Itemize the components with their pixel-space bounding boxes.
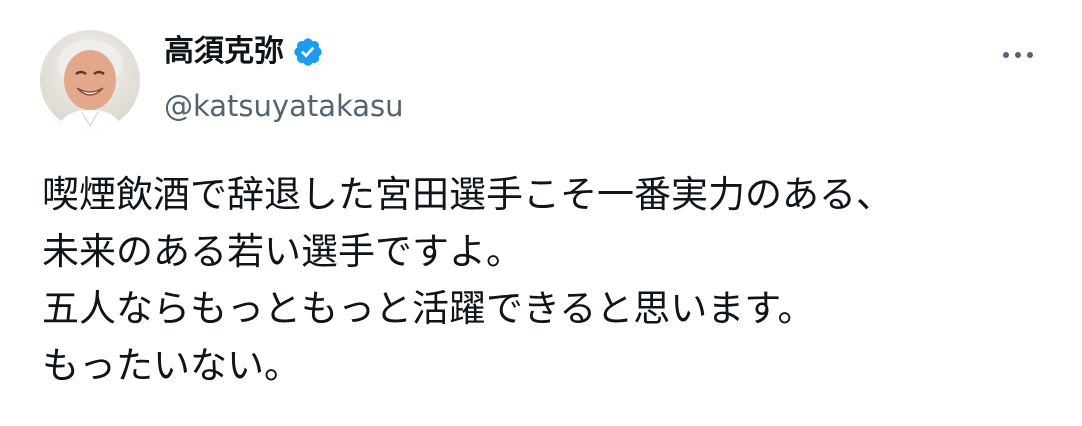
tweet-text-line: 五人ならもっともっと活躍できると思います。 — [42, 287, 815, 330]
avatar[interactable] — [40, 30, 140, 130]
name-row: 高須克弥 — [164, 30, 324, 74]
tweet-text-line: 喫煙飲酒で辞退した宮田選手こそ一番実力のある、 — [42, 173, 893, 216]
tweet-card: 高須克弥 @katsuyatakasu 喫煙飲酒で辞退した宮田選手こそ一番実力の… — [0, 0, 1082, 426]
more-horizontal-icon — [1003, 52, 1033, 58]
tweet-text-line: もったいない。 — [42, 344, 301, 387]
tweet-text: 喫煙飲酒で辞退した宮田選手こそ一番実力のある、 未来のある若い選手ですよ。 五人… — [42, 166, 1052, 394]
user-handle[interactable]: @katsuyatakasu — [164, 86, 404, 126]
avatar-image — [40, 30, 140, 130]
verified-badge-icon — [292, 36, 324, 68]
tweet-text-line: 未来のある若い選手ですよ。 — [42, 230, 523, 273]
more-options-button[interactable] — [1000, 40, 1036, 70]
display-name[interactable]: 高須克弥 — [164, 30, 284, 74]
